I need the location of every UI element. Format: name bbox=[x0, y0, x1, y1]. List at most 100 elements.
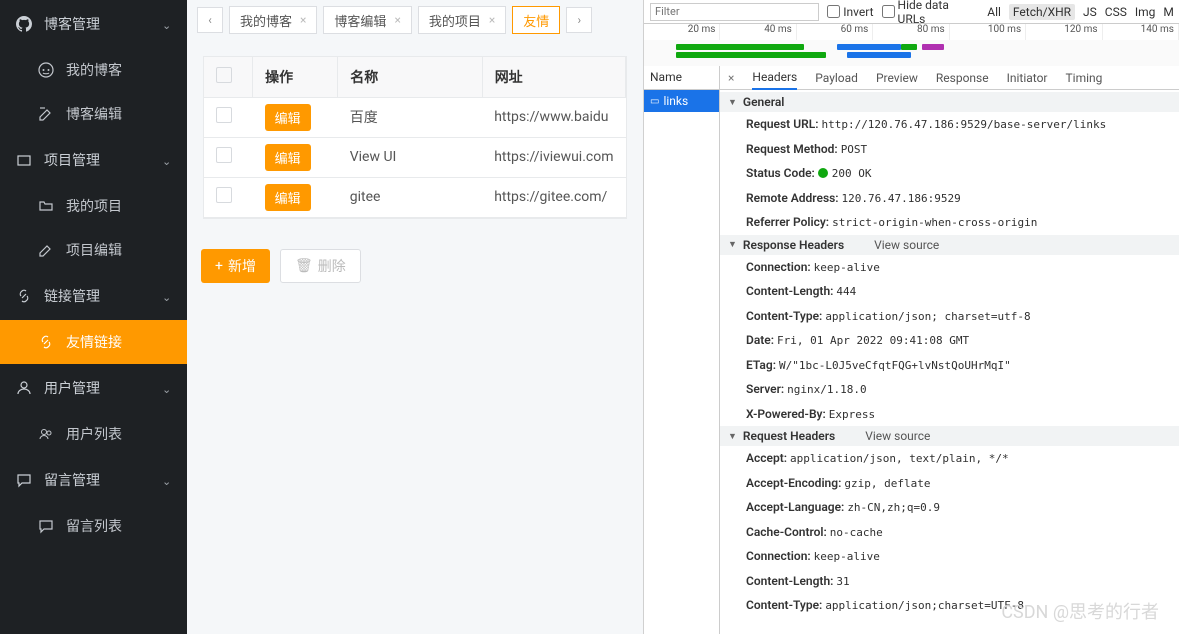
tab-my-project[interactable]: 我的项目× bbox=[418, 6, 506, 34]
filter-type-css[interactable]: CSS bbox=[1105, 5, 1127, 19]
menu-group-label: 留言管理 bbox=[44, 470, 100, 490]
header-kv: Status Code: 200 OK bbox=[720, 161, 1179, 186]
tab-blog-edit[interactable]: 博客编辑× bbox=[323, 6, 411, 34]
detail-tab-headers[interactable]: Headers bbox=[752, 66, 797, 90]
header-kv: Accept: application/json, text/plain, */… bbox=[720, 446, 1179, 471]
tab-friend-link[interactable]: 友情 bbox=[512, 6, 560, 34]
filter-type-m[interactable]: M bbox=[1163, 5, 1173, 19]
cell-url: https://iviewui.com bbox=[482, 137, 625, 177]
header-kv: Server: nginx/1.18.0 bbox=[720, 377, 1179, 402]
menu-group-label: 博客管理 bbox=[44, 14, 100, 34]
tabs-bar: ‹ 我的博客× 博客编辑× 我的项目× 友情 › bbox=[187, 0, 643, 40]
header-kv: Cache-Control: no-cache bbox=[720, 520, 1179, 545]
tab-my-blog[interactable]: 我的博客× bbox=[229, 6, 317, 34]
triangle-down-icon: ▼ bbox=[728, 431, 737, 442]
filter-type-js[interactable]: JS bbox=[1083, 5, 1097, 19]
edit-button[interactable]: 编辑 bbox=[265, 184, 311, 211]
request-row-links[interactable]: ▭ links bbox=[644, 90, 719, 112]
section-request-headers[interactable]: ▼Request HeadersView source bbox=[720, 426, 1179, 446]
header-key: Content-Type: bbox=[746, 598, 822, 612]
edit-icon bbox=[38, 106, 56, 122]
header-kv: X-Powered-By: Express bbox=[720, 402, 1179, 427]
header-key: Date: bbox=[746, 333, 774, 347]
sidebar-item-label: 友情链接 bbox=[66, 332, 122, 352]
view-source-link[interactable]: View source bbox=[865, 429, 930, 443]
header-value: W/"1bc-L0J5veCfqtFQG+lvNstQoUHrMqI" bbox=[779, 359, 1011, 372]
menu-group-project[interactable]: 项目管理 ⌃ bbox=[0, 136, 187, 184]
header-value: keep-alive bbox=[814, 550, 880, 563]
triangle-down-icon: ▼ bbox=[728, 97, 737, 108]
row-checkbox[interactable] bbox=[216, 107, 232, 123]
tab-close-icon[interactable]: × bbox=[394, 13, 400, 27]
section-response-headers[interactable]: ▼Response HeadersView source bbox=[720, 235, 1179, 255]
header-kv: Referrer Policy: strict-origin-when-cros… bbox=[720, 210, 1179, 235]
row-checkbox[interactable] bbox=[216, 187, 232, 203]
sidebar-item-my-project[interactable]: 我的项目 bbox=[0, 184, 187, 228]
detail-tab-response[interactable]: Response bbox=[936, 67, 989, 89]
filter-input[interactable] bbox=[650, 3, 819, 21]
invert-checkbox[interactable]: Invert bbox=[827, 5, 873, 19]
edit-button[interactable]: 编辑 bbox=[265, 144, 311, 171]
sidebar-item-label: 我的博客 bbox=[66, 60, 122, 80]
close-icon[interactable]: × bbox=[728, 71, 734, 85]
timeline-tick: 20 ms bbox=[644, 24, 720, 40]
main-content: ‹ 我的博客× 博客编辑× 我的项目× 友情 › 操作 名称 网址 编辑百度ht… bbox=[187, 0, 643, 634]
th-op: 操作 bbox=[253, 57, 338, 97]
edit-button[interactable]: 编辑 bbox=[265, 104, 311, 131]
sidebar-item-blog-edit[interactable]: 博客编辑 bbox=[0, 92, 187, 136]
menu-group-blog[interactable]: 博客管理 ⌃ bbox=[0, 0, 187, 48]
add-button[interactable]: + 新增 bbox=[201, 249, 270, 283]
header-key: ETag: bbox=[746, 358, 776, 372]
filter-type-all[interactable]: All bbox=[987, 5, 1001, 19]
sidebar-item-my-blog[interactable]: 我的博客 bbox=[0, 48, 187, 92]
menu-group-user[interactable]: 用户管理 ⌃ bbox=[0, 364, 187, 412]
link-icon bbox=[38, 334, 56, 350]
header-kv: Request URL: http://120.76.47.186:9529/b… bbox=[720, 112, 1179, 137]
add-label: 新增 bbox=[228, 256, 256, 276]
filter-type-fetchxhr[interactable]: Fetch/XHR bbox=[1009, 4, 1075, 20]
tabs-prev-button[interactable]: ‹ bbox=[197, 7, 223, 33]
detail-tab-payload[interactable]: Payload bbox=[815, 67, 858, 89]
tab-close-icon[interactable]: × bbox=[489, 13, 495, 27]
table-header-row: 操作 名称 网址 bbox=[204, 57, 626, 97]
detail-tab-preview[interactable]: Preview bbox=[876, 67, 918, 89]
header-kv: Content-Type: application/json; charset=… bbox=[720, 304, 1179, 329]
tab-close-icon[interactable]: × bbox=[300, 13, 306, 27]
timeline-tick: 100 ms bbox=[950, 24, 1026, 40]
menu-group-link[interactable]: 链接管理 ⌃ bbox=[0, 272, 187, 320]
section-general[interactable]: ▼General bbox=[720, 92, 1179, 112]
tab-label: 友情 bbox=[523, 11, 549, 30]
devtools-filter-bar: Invert Hide data URLs All Fetch/XHR JS CSS I… bbox=[644, 0, 1179, 24]
sidebar-item-user-list[interactable]: 用户列表 bbox=[0, 412, 187, 456]
header-kv: ETag: W/"1bc-L0J5veCfqtFQG+lvNstQoUHrMqI… bbox=[720, 353, 1179, 378]
filter-type-img[interactable]: Img bbox=[1135, 5, 1156, 19]
plus-icon: + bbox=[215, 258, 223, 274]
header-key: Connection: bbox=[746, 549, 811, 563]
chevron-up-icon: ⌃ bbox=[162, 382, 171, 395]
sidebar-item-project-edit[interactable]: 项目编辑 bbox=[0, 228, 187, 272]
menu-group-comment[interactable]: 留言管理 ⌃ bbox=[0, 456, 187, 504]
header-key: Status Code: bbox=[746, 166, 815, 180]
sidebar-item-friend-link[interactable]: 友情链接 bbox=[0, 320, 187, 364]
checkbox-all[interactable] bbox=[216, 67, 232, 83]
sidebar-item-comment-list[interactable]: 留言列表 bbox=[0, 504, 187, 548]
chevron-up-icon: ⌃ bbox=[162, 290, 171, 303]
header-kv: Request Method: POST bbox=[720, 137, 1179, 162]
header-kv: Content-Length: 444 bbox=[720, 279, 1179, 304]
timeline[interactable]: 20 ms40 ms60 ms80 ms100 ms120 ms140 ms bbox=[644, 24, 1179, 66]
header-value: application/json;charset=UTF-8 bbox=[825, 599, 1024, 612]
headers-sections[interactable]: ▼General Request URL: http://120.76.47.1… bbox=[720, 90, 1179, 634]
view-source-link[interactable]: View source bbox=[874, 238, 939, 252]
sidebar-item-label: 留言列表 bbox=[66, 516, 122, 536]
delete-button[interactable]: 🗑删除 bbox=[280, 249, 361, 283]
tabs-next-button[interactable]: › bbox=[566, 7, 592, 33]
request-detail: × Headers Payload Preview Response Initiator… bbox=[720, 66, 1179, 634]
sidebar-item-label: 项目编辑 bbox=[66, 240, 122, 260]
row-checkbox[interactable] bbox=[216, 147, 232, 163]
triangle-down-icon: ▼ bbox=[728, 239, 737, 250]
hide-data-urls-checkbox[interactable]: Hide data URLs bbox=[882, 0, 980, 26]
link-icon bbox=[16, 288, 34, 304]
detail-tab-initiator[interactable]: Initiator bbox=[1007, 67, 1048, 89]
th-url: 网址 bbox=[482, 57, 625, 97]
detail-tab-timing[interactable]: Timing bbox=[1066, 67, 1103, 89]
